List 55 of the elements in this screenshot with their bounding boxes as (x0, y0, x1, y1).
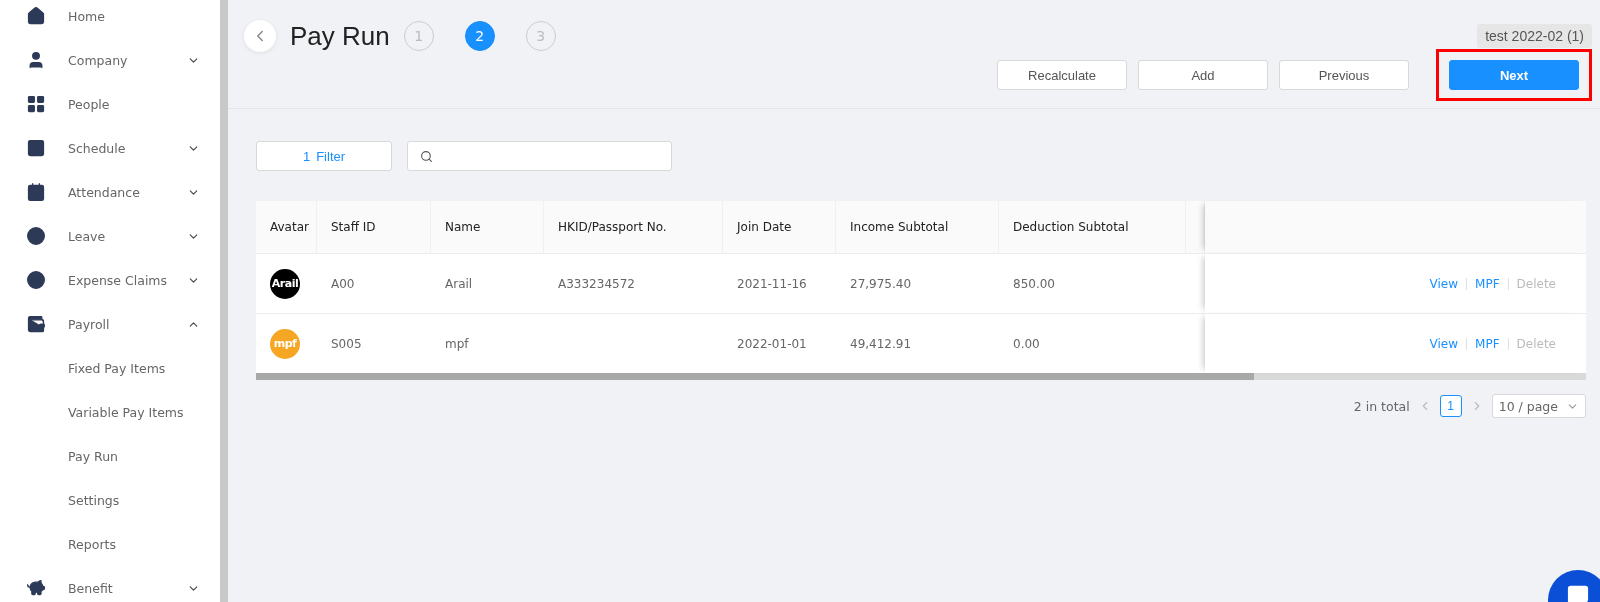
column-header: Avatar (256, 201, 317, 253)
horizontal-scrollbar[interactable] (256, 373, 1586, 380)
step-indicator[interactable]: 2 (464, 21, 495, 51)
sidebar-subitem[interactable]: Fixed Pay Items (0, 346, 220, 390)
sidebar-item[interactable]: Company (0, 38, 220, 82)
sidebar-item[interactable]: People (0, 82, 220, 126)
search-field[interactable] (407, 141, 672, 171)
column-header: Name (431, 201, 544, 253)
grid-icon (26, 94, 46, 114)
sidebar-item[interactable]: Schedule (0, 126, 220, 170)
search-icon (420, 149, 433, 163)
filter-button[interactable]: 1 Filter (256, 141, 392, 171)
column-header: Deduction Subtotal (999, 201, 1186, 253)
home-icon (26, 6, 46, 26)
table-cell: A333234572 (544, 253, 723, 313)
row-action-link[interactable]: View (1429, 276, 1459, 291)
row-action-link[interactable]: View (1429, 336, 1459, 351)
avatar: mpf (270, 328, 300, 359)
chat-icon (1567, 584, 1589, 602)
sidebar-item[interactable]: Expense Claims (0, 258, 220, 302)
column-header: HKID/Passport No. (544, 201, 723, 253)
back-button[interactable] (244, 20, 276, 52)
scrollbar[interactable] (220, 0, 228, 602)
avatar: Arail (270, 268, 300, 299)
page-number[interactable]: 1 (1439, 395, 1462, 417)
piggy-bank-icon (26, 578, 46, 598)
total-count: 2 in total (1353, 398, 1410, 414)
action-button[interactable]: Previous (1279, 60, 1409, 90)
sidebar-item[interactable]: Payroll (0, 302, 220, 346)
table-cell: 27,975.40 (836, 253, 999, 313)
sidebar-subitem[interactable]: Reports (0, 522, 220, 566)
sidebar-subitem[interactable]: Settings (0, 478, 220, 522)
row-action-link[interactable]: MPF (1475, 276, 1500, 291)
wallet-icon (26, 314, 46, 334)
action-button[interactable]: Next (1449, 60, 1579, 90)
table-cell: 2021-11-16 (723, 253, 836, 313)
sidebar-subitem[interactable]: Pay Run (0, 434, 220, 478)
calendar-icon (26, 182, 46, 202)
page-size-select[interactable]: 10 / page (1491, 394, 1586, 418)
column-header: Staff ID (317, 201, 431, 253)
pay-run-tag: test 2022-02 (1) (1477, 24, 1592, 48)
column-header: Join Date (723, 201, 836, 253)
table-cell: A00 (317, 253, 431, 313)
sidebar-item[interactable]: Leave (0, 214, 220, 258)
row-action-link[interactable]: MPF (1475, 336, 1500, 351)
column-header: Income Subtotal (836, 201, 999, 253)
table-cell: 850.00 (999, 253, 1186, 313)
sidebar-item[interactable]: Attendance (0, 170, 220, 214)
sidebar-subitem[interactable]: Variable Pay Items (0, 390, 220, 434)
action-button[interactable]: Recalculate (997, 60, 1127, 90)
sidebar-item[interactable]: Home (0, 0, 220, 38)
page-title: Pay Run (290, 20, 390, 52)
action-button[interactable]: Add (1138, 60, 1268, 90)
sidebar-item[interactable]: Benefit (0, 566, 220, 602)
table-cell: Arail (431, 253, 544, 313)
